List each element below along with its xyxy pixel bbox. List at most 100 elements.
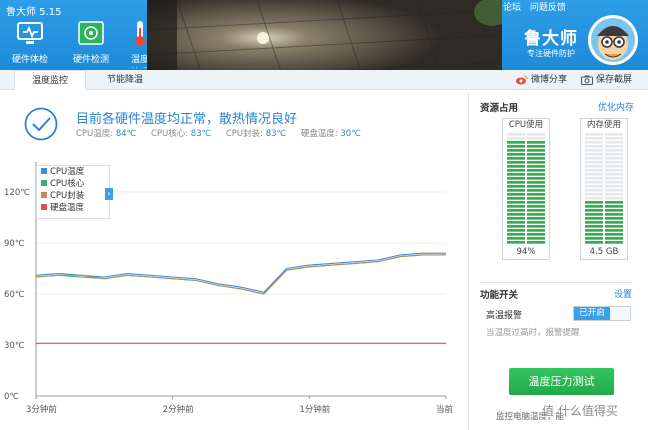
gauge-segment — [605, 229, 623, 232]
cpu-core-label: CPU核心: — [150, 129, 189, 139]
gauge-segment — [605, 145, 623, 148]
circuit-board-icon — [78, 21, 104, 45]
weibo-share-button[interactable]: 微博分享 — [516, 70, 567, 90]
gauge-segment — [605, 237, 623, 240]
legend-item-cpu-core[interactable]: CPU核心 — [37, 178, 109, 190]
stress-test-button[interactable]: 温度压力测试 — [509, 368, 614, 395]
gauge-segment — [527, 169, 545, 172]
gauge-segment — [605, 221, 623, 224]
gauge-segment — [585, 153, 603, 156]
gauge-segment — [585, 157, 603, 160]
gauge-segment — [507, 221, 525, 224]
gauge-segment — [605, 197, 623, 200]
series-line-CPU温度 — [35, 252, 446, 293]
legend-label: 硬盘温度 — [50, 203, 85, 213]
high-temp-alarm-label: 高温报警 — [486, 311, 523, 321]
gauge-segment — [605, 181, 623, 184]
nav-hardware-detect[interactable]: 硬件检测 — [71, 16, 111, 68]
gauge-segment — [507, 161, 525, 164]
section-divider — [480, 282, 632, 283]
gauge-segment — [585, 149, 603, 152]
gauge-segment — [507, 157, 525, 160]
gauge-segment — [507, 189, 525, 192]
gauge-segment — [605, 213, 623, 216]
header-links: 论坛 问题反馈 — [503, 0, 572, 13]
camera-icon — [581, 75, 593, 85]
legend-item-cpu-package[interactable]: CPU封装 — [37, 190, 109, 202]
cpu-temp-value: 84℃ — [115, 129, 137, 139]
gauge-segment — [507, 169, 525, 172]
gauge-segment — [585, 197, 603, 200]
gauge-segment — [507, 197, 525, 200]
forum-link[interactable]: 论坛 — [503, 3, 521, 13]
gauge-segment — [605, 209, 623, 212]
tab-energy-cooling[interactable]: 节能降温 — [100, 70, 150, 90]
gauge-segment — [507, 185, 525, 188]
settings-link[interactable]: 设置 — [614, 287, 632, 300]
disk-temp-value: 30℃ — [340, 129, 361, 139]
memory-usage-gauge: 内存使用 4.5 GB — [580, 118, 628, 260]
gauge-segment — [605, 153, 623, 156]
gauge-segment — [585, 233, 603, 236]
mascot-avatar-icon[interactable] — [587, 14, 639, 66]
gauge-segment — [585, 133, 603, 136]
gauge-segment — [507, 137, 525, 140]
gauge-segment — [527, 153, 545, 156]
gauge-segment — [605, 233, 623, 236]
feedback-link[interactable]: 问题反馈 — [530, 3, 566, 13]
gauge-segment — [527, 229, 545, 232]
gauge-segment — [585, 205, 603, 208]
gauge-segment — [585, 237, 603, 240]
gauge-segment — [527, 133, 545, 136]
nav-hardware-checkup[interactable]: 硬件体检 — [10, 16, 50, 68]
gauge-segment — [585, 141, 603, 144]
gauge-segment — [527, 193, 545, 196]
y-tick-label: 30℃ — [4, 341, 25, 351]
gauge-segment — [605, 241, 623, 244]
gauge-segment — [605, 165, 623, 168]
gauge-segment — [527, 217, 545, 220]
y-tick-label: 60℃ — [4, 290, 25, 300]
save-screenshot-button[interactable]: 保存截屏 — [581, 70, 632, 90]
gauge-segment — [585, 229, 603, 232]
gauge-segment — [507, 141, 525, 144]
gauge-segment — [527, 189, 545, 192]
gauge-segment — [527, 237, 545, 240]
gauge-segment — [527, 145, 545, 148]
gauge-segment — [527, 197, 545, 200]
brand-name: 鲁大师 — [524, 29, 578, 49]
optimize-memory-link[interactable]: 优化内存 — [598, 100, 634, 113]
gauge-segment — [585, 217, 603, 220]
gauge-segment — [527, 225, 545, 228]
cpu-package-label: CPU封装: — [225, 129, 264, 139]
gauge-segment — [585, 201, 603, 204]
brand-subtitle: 专注硬件防护 — [527, 49, 575, 58]
legend-item-disk-temp[interactable]: 硬盘温度 — [37, 202, 109, 214]
gauge-segment — [605, 133, 623, 136]
y-tick-label: 0℃ — [4, 392, 19, 402]
watermark: 值 什么值得买 — [542, 404, 618, 418]
x-tick-label: 3分钟前 — [26, 404, 57, 415]
gauge-segment — [527, 205, 545, 208]
nav-label: 硬件体检 — [11, 55, 48, 65]
gauge-segment — [507, 181, 525, 184]
y-tick-label: 120℃ — [4, 188, 30, 198]
x-tick-label: 2分钟前 — [163, 404, 194, 415]
legend-swatch — [41, 204, 47, 210]
gauge-segment — [527, 149, 545, 152]
gauge-segment — [585, 181, 603, 184]
gauge-segment — [507, 173, 525, 176]
legend-item-cpu-temp[interactable]: CPU温度 — [37, 166, 109, 178]
functions-title: 功能开关 — [480, 290, 519, 301]
series-line-CPU封装 — [35, 254, 446, 295]
legend-collapse-button[interactable]: › — [105, 188, 113, 200]
gauge-segment — [585, 193, 603, 196]
high-temp-alarm-toggle[interactable]: 已开启 — [573, 306, 631, 321]
gauge-segment — [605, 225, 623, 228]
tab-temperature-monitor[interactable]: 温度监控 — [14, 70, 86, 90]
gauge-segment — [527, 157, 545, 160]
legend-label: CPU温度 — [50, 167, 85, 177]
save-screenshot-label: 保存截屏 — [596, 75, 633, 85]
gauge-segment — [605, 189, 623, 192]
gauge-segment — [507, 177, 525, 180]
